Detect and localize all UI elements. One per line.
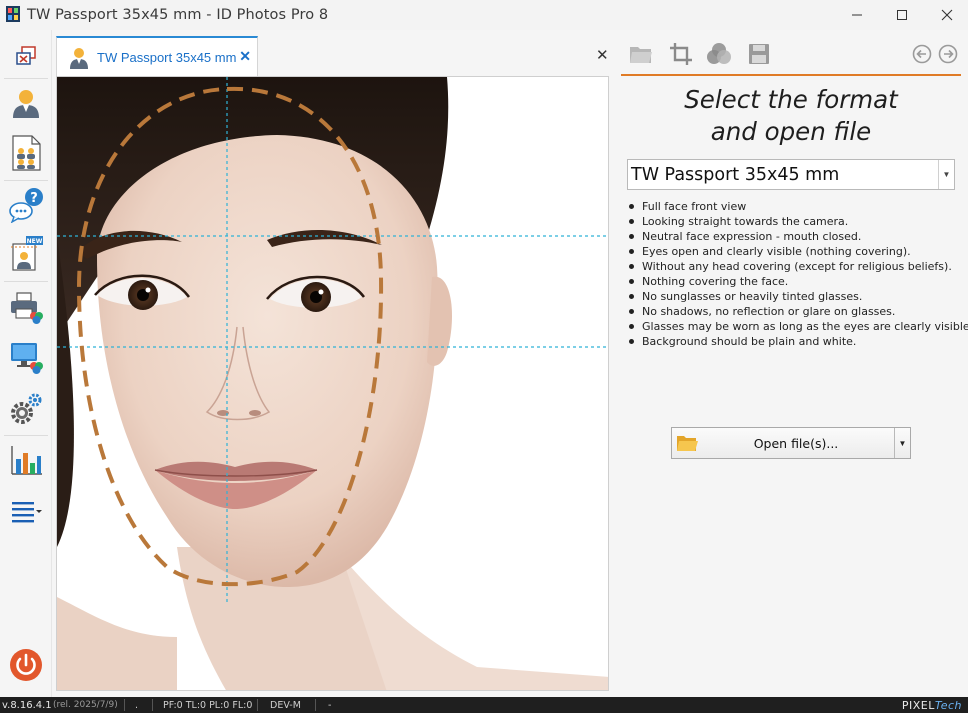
panel-accent-rule xyxy=(621,74,961,76)
left-toolbar: ? NEW xyxy=(0,30,52,697)
minimize-button[interactable] xyxy=(834,0,880,30)
open-files-label: Open file(s)... xyxy=(753,436,839,451)
single-photo-button[interactable] xyxy=(7,83,45,121)
tab-label: TW Passport 35x45 mm xyxy=(97,49,237,65)
list-item: Background should be plain and white. xyxy=(627,334,962,349)
close-icon xyxy=(941,9,953,21)
list-item: Neutral face expression - mouth closed. xyxy=(627,229,962,244)
maximize-icon xyxy=(897,10,907,20)
open-folder-icon xyxy=(630,47,652,63)
face-photo-illustration xyxy=(57,77,608,690)
statistics-button[interactable] xyxy=(7,441,45,479)
tab-tw-passport[interactable]: TW Passport 35x45 mm ✕ xyxy=(56,36,258,76)
list-item: Looking straight towards the camera. xyxy=(627,214,962,229)
close-windows-icon xyxy=(16,46,36,65)
list-item: Eyes open and clearly visible (nothing c… xyxy=(627,244,962,259)
display-colors-button[interactable] xyxy=(7,338,45,376)
chevron-down-icon[interactable]: ▼ xyxy=(938,160,954,189)
document-tabs: TW Passport 35x45 mm ✕ xyxy=(56,36,616,76)
release-label: (rel. 2025/7/9) xyxy=(53,700,118,710)
brand-part-b: Tech xyxy=(934,699,962,712)
tab-close-button[interactable]: ✕ xyxy=(239,48,251,65)
statistics-icon xyxy=(11,446,42,475)
title-bar: TW Passport 35x45 mm - ID Photos Pro 8 xyxy=(0,0,968,30)
menu-button[interactable] xyxy=(7,492,45,530)
multi-photo-sheet-icon xyxy=(12,135,41,171)
requirements-list: Full face front view Looking straight to… xyxy=(627,199,968,349)
svg-text:NEW: NEW xyxy=(27,238,43,245)
power-button[interactable] xyxy=(7,646,45,684)
format-select-value: TW Passport 35x45 mm xyxy=(631,165,840,185)
list-item: Nothing covering the face. xyxy=(627,274,962,289)
photo-canvas[interactable] xyxy=(56,76,609,691)
back-button[interactable] xyxy=(908,40,936,68)
open-folder-button[interactable] xyxy=(627,40,655,68)
close-window-button[interactable] xyxy=(924,0,968,30)
multi-photo-sheet-button[interactable] xyxy=(7,134,45,172)
window-title: TW Passport 35x45 mm - ID Photos Pro 8 xyxy=(27,7,329,23)
power-icon xyxy=(10,649,42,681)
list-item: No sunglasses or heavily tinted glasses. xyxy=(627,289,962,304)
print-icon xyxy=(11,292,43,324)
print-button[interactable] xyxy=(7,288,45,326)
format-select[interactable]: TW Passport 35x45 mm ▼ xyxy=(627,159,955,190)
color-adjust-icon xyxy=(707,43,731,64)
single-photo-icon xyxy=(70,48,88,69)
forward-button[interactable] xyxy=(934,40,962,68)
brand-logo: PIXELTech xyxy=(902,699,962,712)
list-item: Full face front view xyxy=(627,199,962,214)
status-dot: . xyxy=(135,700,139,711)
maximize-button[interactable] xyxy=(879,0,925,30)
panel-heading: Select the format and open file xyxy=(621,84,961,148)
right-toolbar xyxy=(621,36,968,74)
new-template-button[interactable]: NEW xyxy=(7,234,45,272)
list-item: Without any head covering (except for re… xyxy=(627,259,962,274)
new-template-icon: NEW xyxy=(11,236,43,271)
help-chat-icon: ? xyxy=(9,188,43,223)
single-photo-icon xyxy=(13,90,39,118)
chevron-down-icon[interactable]: ▼ xyxy=(894,428,910,458)
close-all-tabs-button[interactable]: ✕ xyxy=(596,46,609,64)
back-icon xyxy=(912,44,932,64)
color-adjust-button[interactable] xyxy=(705,40,733,68)
list-item: No shadows, no reflection or glare on gl… xyxy=(627,304,962,319)
minimize-icon xyxy=(852,14,862,16)
display-colors-icon xyxy=(11,343,43,374)
brand-part-a: PIXEL xyxy=(901,699,935,712)
version-label: v.8.16.4.1 xyxy=(2,700,52,711)
app-logo-icon xyxy=(6,6,20,22)
save-button[interactable] xyxy=(745,40,773,68)
status-dash: - xyxy=(328,700,332,711)
mode-label: DEV-M xyxy=(270,700,301,711)
crop-icon xyxy=(670,43,692,65)
panel-heading-line1: Select the format xyxy=(684,85,898,114)
panel-heading-line2: and open file xyxy=(710,117,872,146)
counters-label: PF:0 TL:0 PL:0 FL:0 xyxy=(163,700,253,711)
app-window: TW Passport 35x45 mm - ID Photos Pro 8 ?… xyxy=(0,0,968,713)
status-bar: v.8.16.4.1 (rel. 2025/7/9) . PF:0 TL:0 P… xyxy=(0,697,968,713)
svg-text:?: ? xyxy=(30,191,38,206)
help-chat-button[interactable]: ? xyxy=(7,186,45,224)
settings-icon xyxy=(11,393,42,424)
list-item: Glasses may be worn as long as the eyes … xyxy=(627,319,968,334)
save-icon xyxy=(749,44,769,64)
open-files-button[interactable]: Open file(s)... ▼ xyxy=(671,427,911,459)
open-folder-icon xyxy=(677,436,698,451)
crop-button[interactable] xyxy=(667,40,695,68)
settings-button[interactable] xyxy=(7,390,45,428)
close-windows-button[interactable] xyxy=(7,38,45,76)
menu-icon xyxy=(12,502,42,523)
forward-icon xyxy=(938,44,958,64)
